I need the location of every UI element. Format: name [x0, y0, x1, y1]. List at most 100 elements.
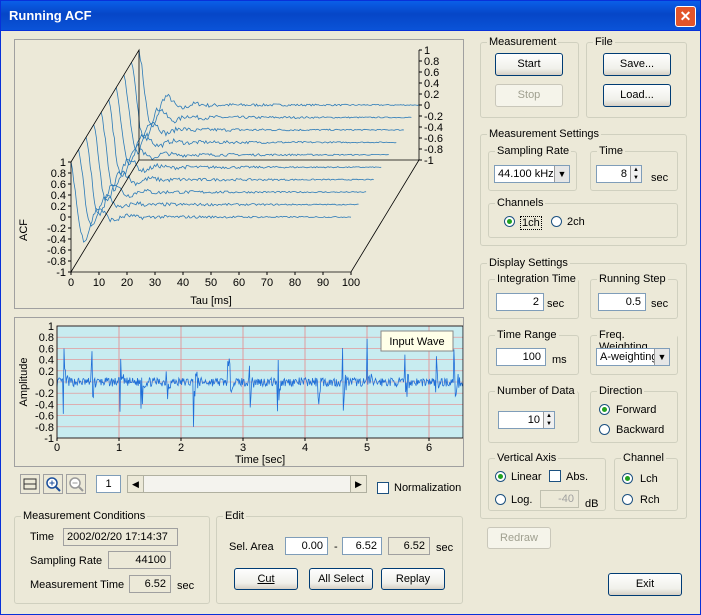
acf-xtick-label: 60: [233, 277, 245, 289]
acf-xtick-label: 10: [93, 277, 105, 289]
spinner-arrows-icon[interactable]: ▲ ▼: [630, 166, 641, 182]
wave-xtick-label: 5: [364, 442, 370, 454]
edit-group: Edit: [216, 510, 463, 604]
time-range-input[interactable]: 100: [496, 348, 546, 366]
wave-ytick-label: 0.2: [39, 366, 54, 378]
sel-area-unit: sec: [436, 542, 454, 554]
acf-frame: [70, 48, 420, 273]
sampling-rate-value: 44.100 kHz: [498, 168, 554, 180]
zoom-out-button[interactable]: [66, 474, 86, 494]
cut-button[interactable]: Cut: [234, 568, 298, 590]
acf-plot-panel: 1 0.8 0.6 0.4 0.2 0 -0.2 -0.4 -0.6 -0.8 -1 1 0.8 0.6 0…: [14, 39, 464, 309]
number-of-data-spinner[interactable]: 10 ▲ ▼: [498, 411, 555, 429]
chevron-down-icon: ▼: [654, 349, 669, 365]
acf-xtick-label: 90: [317, 277, 329, 289]
wave-ytick-label: 0.4: [39, 355, 54, 367]
window-title: Running ACF: [9, 8, 92, 23]
channel-lch-radio[interactable]: [622, 473, 633, 484]
wave-xtick-label: 1: [116, 442, 122, 454]
close-button[interactable]: ✕: [675, 6, 696, 27]
acf-trace: [131, 62, 412, 142]
scroll-right-button[interactable]: ▶: [350, 476, 366, 492]
wave-xtick-label: 4: [302, 442, 308, 454]
load-button[interactable]: Load...: [603, 84, 671, 107]
time-spinner[interactable]: 8 ▲ ▼: [596, 165, 642, 183]
fit-view-button[interactable]: [20, 474, 40, 494]
zoom-out-icon: [69, 477, 84, 492]
sel-area-dash: -: [334, 541, 338, 553]
time-range-unit: ms: [552, 354, 567, 366]
wave-ytick-label: -0.2: [35, 388, 54, 400]
channel-2ch-label: 2ch: [567, 216, 585, 228]
wave-xtick-label: 6: [426, 442, 432, 454]
acf-traces: [70, 49, 420, 243]
sel-area-to-input[interactable]: 6.52: [342, 537, 382, 555]
channel-1ch-label: 1ch: [520, 216, 542, 230]
wave-plot-panel: 0 1 2 3 4 5 6 1 0.8 0.6 0.4 0.2 0 -0.2 -0.4 -0.6 -0.8 -1 …: [14, 317, 464, 467]
vertical-log-unit: dB: [585, 498, 599, 510]
time-range-legend: Time Range: [495, 329, 559, 341]
acf-3d-plot: 10.80.60.40.20-0.2-0.4-0.6-0.8-110.80.60…: [18, 45, 443, 307]
integration-time-input[interactable]: 2: [496, 293, 544, 311]
mc-time-value: 2002/02/20 17:14:37: [63, 528, 178, 546]
sel-area-length: 6.52: [388, 537, 430, 555]
stop-button[interactable]: Stop: [495, 84, 563, 107]
exit-button[interactable]: Exit: [608, 573, 682, 596]
vertical-abs-label: Abs.: [566, 471, 589, 483]
file-legend: File: [593, 36, 615, 48]
close-icon: ✕: [679, 8, 692, 24]
save-button[interactable]: Save...: [603, 53, 671, 76]
page-number-field[interactable]: 1: [96, 475, 121, 493]
number-of-data-legend: Number of Data: [495, 385, 577, 397]
acf-trace: [108, 99, 389, 177]
acf-xtick-label: 20: [121, 277, 133, 289]
scroll-left-button[interactable]: ◀: [128, 476, 144, 492]
wave-ylabel: Amplitude: [18, 358, 30, 407]
direction-legend: Direction: [597, 385, 645, 397]
vertical-linear-radio[interactable]: [495, 471, 506, 482]
normalization-checkbox[interactable]: [377, 482, 389, 494]
channel-rch-label: Rch: [640, 494, 660, 506]
direction-backward-radio[interactable]: [599, 424, 610, 435]
all-select-button[interactable]: All Select: [309, 568, 373, 590]
channel-1ch-radio[interactable]: [504, 216, 515, 227]
wave-xtick-label: 0: [54, 442, 60, 454]
acf-trace: [138, 49, 420, 128]
measurement-legend: Measurement: [487, 36, 559, 48]
edit-legend: Edit: [223, 510, 246, 522]
sampling-rate-legend: Sampling Rate: [495, 145, 572, 157]
direction-forward-radio[interactable]: [599, 404, 610, 415]
fit-view-icon: [23, 478, 37, 490]
vertical-log-input[interactable]: -40: [540, 490, 579, 508]
redraw-button[interactable]: Redraw: [487, 527, 551, 549]
start-button[interactable]: Start: [495, 53, 563, 76]
acf-ytick-label: -1: [56, 267, 66, 279]
running-step-input[interactable]: 0.5: [598, 293, 646, 311]
horizontal-scrollbar[interactable]: ◀ ▶: [127, 475, 367, 493]
time-legend: Time: [597, 145, 626, 157]
wave-ytick-label: 0.8: [39, 332, 54, 344]
sampling-rate-select[interactable]: 44.100 kHz ▼: [494, 165, 570, 183]
wave-ytick-label: 0.6: [39, 343, 54, 355]
acf-trace: [115, 87, 397, 166]
running-acf-window: Running ACF ✕ 1 0.8 0.6 0.4 0.2 0 -0.2 -0.4 -0.6…: [0, 0, 701, 615]
zoom-in-icon: [46, 477, 61, 492]
zoom-in-button[interactable]: [43, 474, 63, 494]
channel-rch-radio[interactable]: [622, 494, 633, 505]
wave-ytick-label: -0.8: [35, 422, 54, 434]
acf-xtick-label: 80: [289, 277, 301, 289]
vertical-log-radio[interactable]: [495, 494, 506, 505]
mc-mtime-value: 6.52: [129, 575, 171, 593]
time-value: 8: [620, 168, 627, 180]
replay-button[interactable]: Replay: [381, 568, 445, 590]
sel-area-from-input[interactable]: 0.00: [285, 537, 328, 555]
spinner-arrows-icon[interactable]: ▲ ▼: [543, 412, 554, 428]
vertical-abs-checkbox[interactable]: [549, 470, 561, 482]
channel-2ch-radio[interactable]: [551, 216, 562, 227]
integration-time-legend: Integration Time: [495, 273, 578, 285]
wave-ytick-label: -1: [44, 433, 54, 445]
measurement-conditions-legend: Measurement Conditions: [21, 510, 148, 522]
acf-xtick-label: 40: [177, 277, 189, 289]
channel-legend: Channel: [621, 452, 666, 464]
freq-weighting-select[interactable]: A-weighting ▼: [596, 348, 670, 366]
